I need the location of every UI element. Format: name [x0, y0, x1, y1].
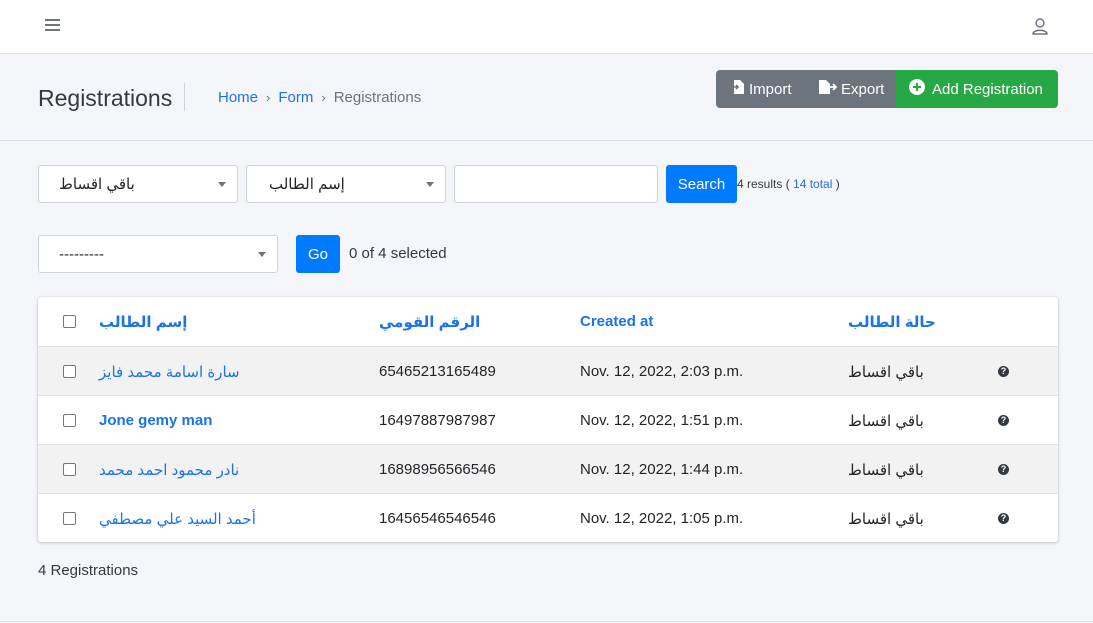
breadcrumb-current: Registrations — [333, 89, 422, 106]
row-select-cell — [63, 445, 76, 494]
table-row: نادر محمود احمد محمد 16898956566546 Nov.… — [38, 444, 1058, 493]
export-button[interactable]: Export — [806, 70, 896, 108]
registrations-count: 4 Registrations — [38, 562, 139, 579]
go-button[interactable]: Go — [296, 235, 340, 273]
import-label: Import — [749, 80, 792, 98]
user-icon[interactable] — [1030, 16, 1050, 36]
status-filter-value: باقي اقساط — [59, 176, 135, 193]
plus-circle-icon — [908, 78, 932, 100]
created-at-cell: Nov. 12, 2022, 1:44 p.m. — [580, 461, 744, 478]
column-header-national-id[interactable]: الرقم القومي — [379, 297, 480, 346]
content-header: Registrations Home › Form › Registrations Im… — [0, 54, 1093, 141]
created-at-cell: Nov. 12, 2022, 1:51 p.m. — [580, 412, 744, 429]
student-name-link[interactable]: أحمد السيد علي مصطفي — [99, 494, 256, 542]
header-button-group: Import Export Add Registration — [716, 70, 1058, 108]
national-id-cell: 16497887987987 — [379, 412, 496, 429]
question-circle-icon[interactable]: ? — [998, 513, 1009, 524]
table-row: أحمد السيد علي مصطفي 16456546546546 Nov.… — [38, 493, 1058, 542]
select-all-cell — [63, 297, 76, 346]
breadcrumb-separator: › — [266, 90, 271, 105]
national-id-cell: 16898956566546 — [379, 461, 496, 478]
chevron-down-icon — [258, 252, 266, 257]
status-cell: باقي اقساط — [848, 412, 924, 430]
status-cell: باقي اقساط — [848, 510, 924, 528]
search-input[interactable] — [454, 165, 658, 203]
chevron-down-icon — [426, 182, 434, 187]
row-select-cell — [63, 347, 76, 396]
page-title: Registrations — [38, 85, 173, 111]
add-registration-button[interactable]: Add Registration — [896, 70, 1058, 108]
column-header-name[interactable]: إسم الطالب — [99, 297, 187, 346]
add-registration-label: Add Registration — [932, 80, 1043, 98]
status-cell: باقي اقساط — [848, 363, 924, 381]
bottom-divider — [0, 621, 1093, 622]
search-field-select[interactable]: إسم الطالب — [246, 165, 446, 203]
question-circle-icon[interactable]: ? — [998, 415, 1009, 426]
registrations-table: إسم الطالب الرقم القومي Created at حالة … — [38, 297, 1058, 542]
hamburger-icon[interactable] — [45, 17, 61, 33]
chevron-down-icon — [218, 182, 226, 187]
national-id-cell: 16456546546546 — [379, 510, 496, 527]
table-row: Jone gemy man 16497887987987 Nov. 12, 20… — [38, 395, 1058, 444]
results-suffix: ) — [832, 177, 840, 191]
student-name-link[interactable]: Jone gemy man — [99, 396, 212, 445]
table-header-row: إسم الطالب الرقم القومي Created at حالة … — [38, 297, 1058, 346]
file-import-icon — [730, 79, 749, 99]
breadcrumb-form[interactable]: Form — [278, 89, 313, 106]
status-cell: باقي اقساط — [848, 461, 924, 479]
row-select-cell — [63, 396, 76, 445]
bulk-action-select[interactable]: --------- — [38, 235, 278, 273]
help-cell: ? — [998, 347, 1009, 396]
help-cell: ? — [998, 396, 1009, 445]
bulk-action-value: --------- — [59, 246, 104, 263]
selected-count: 0 of 4 selected — [349, 245, 447, 262]
national-id-cell: 65465213165489 — [379, 363, 496, 380]
top-navbar — [0, 0, 1093, 54]
row-select-cell — [63, 494, 76, 542]
column-header-created-at[interactable]: Created at — [580, 297, 653, 346]
created-at-cell: Nov. 12, 2022, 1:05 p.m. — [580, 510, 744, 527]
student-name-link[interactable]: سارة اسامة محمد فايز — [99, 347, 240, 396]
table-row: سارة اسامة محمد فايز 65465213165489 Nov.… — [38, 346, 1058, 395]
breadcrumb-separator: › — [321, 90, 326, 105]
select-all-checkbox[interactable] — [63, 315, 76, 328]
help-cell: ? — [998, 494, 1009, 542]
question-circle-icon[interactable]: ? — [998, 366, 1009, 377]
title-divider — [184, 83, 185, 111]
search-field-value: إسم الطالب — [269, 176, 345, 193]
export-label: Export — [841, 80, 885, 98]
search-button[interactable]: Search — [666, 165, 737, 203]
question-circle-icon[interactable]: ? — [998, 464, 1009, 475]
created-at-cell: Nov. 12, 2022, 2:03 p.m. — [580, 363, 744, 380]
row-checkbox[interactable] — [63, 365, 76, 378]
student-name-link[interactable]: نادر محمود احمد محمد — [99, 445, 239, 494]
status-filter-select[interactable]: باقي اقساط — [38, 165, 238, 203]
help-cell: ? — [998, 445, 1009, 494]
row-checkbox[interactable] — [63, 512, 76, 525]
file-export-icon — [818, 79, 841, 99]
row-checkbox[interactable] — [63, 463, 76, 476]
breadcrumb-home[interactable]: Home — [218, 89, 258, 106]
total-results-link[interactable]: 14 total — [793, 177, 832, 191]
breadcrumb: Home › Form › Registrations — [218, 89, 421, 107]
results-count: 4 results ( 14 total ) — [737, 177, 840, 191]
row-checkbox[interactable] — [63, 414, 76, 427]
column-header-status[interactable]: حالة الطالب — [848, 297, 936, 346]
results-prefix: 4 results ( — [737, 177, 794, 191]
import-button[interactable]: Import — [716, 70, 806, 108]
